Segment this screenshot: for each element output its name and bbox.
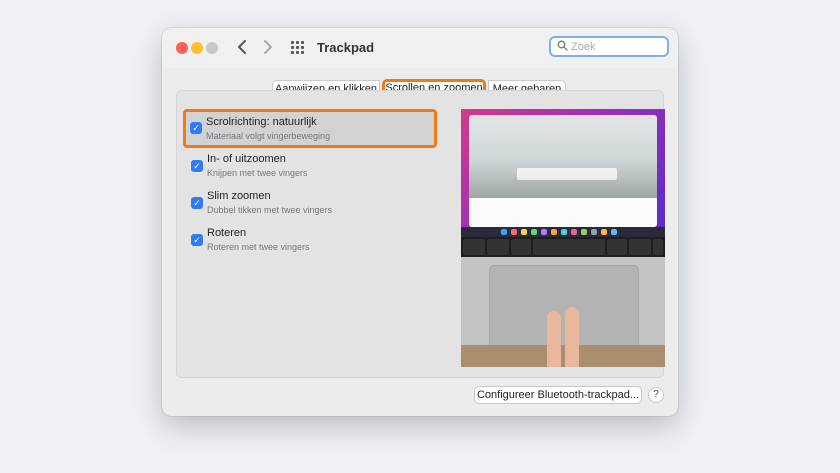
option-subtitle: Materiaal volgt vingerbeweging: [206, 131, 331, 141]
key: [607, 239, 627, 255]
gesture-preview-video: [461, 109, 665, 367]
option-subtitle: Knijpen met twee vingers: [207, 168, 308, 178]
chevron-right-icon: [264, 40, 272, 54]
configure-bluetooth-trackpad-button[interactable]: Configureer Bluetooth-trackpad...: [474, 386, 642, 404]
option-in-uitzoomen[interactable]: ✓ In- of uitzoomen Knijpen met twee ving…: [191, 153, 441, 187]
option-title: Scrolrichting: natuurlijk: [206, 116, 317, 128]
preview-browser-window: [469, 115, 657, 227]
grid-icon[interactable]: [291, 41, 305, 55]
browser-toolbar: [469, 115, 657, 122]
search-input[interactable]: [571, 39, 665, 54]
zoom-button[interactable]: [206, 42, 218, 54]
search-field[interactable]: [549, 36, 669, 57]
headline-block: [517, 168, 617, 180]
forward-button[interactable]: [258, 37, 278, 57]
spacebar-key: [533, 239, 605, 255]
settings-panel: ✓ Scrolrichting: natuurlijk Materiaal vo…: [176, 90, 665, 378]
checkbox-roteren[interactable]: ✓: [191, 234, 203, 246]
key: [463, 239, 485, 255]
key: [511, 239, 531, 255]
trackpad-illustration: [489, 265, 639, 351]
chevron-left-icon: [238, 40, 246, 54]
key: [653, 239, 663, 255]
option-slim-zoomen[interactable]: ✓ Slim zoomen Dubbel tikken met twee vin…: [191, 190, 441, 224]
checkbox-in-uitzoomen[interactable]: ✓: [191, 160, 203, 172]
help-button[interactable]: ?: [648, 387, 664, 403]
table-edge: [461, 345, 665, 367]
option-subtitle: Dubbel tikken met twee vingers: [207, 205, 333, 215]
titlebar: Trackpad: [162, 28, 678, 68]
laptop-body: [461, 257, 665, 367]
close-button[interactable]: [176, 42, 188, 54]
preferences-window: Trackpad Aanwijzen en klikken Meer gebar…: [162, 28, 678, 416]
checkbox-slim-zoomen[interactable]: ✓: [191, 197, 203, 209]
option-title: Slim zoomen: [207, 190, 271, 202]
dock: [461, 227, 665, 237]
minimize-button[interactable]: [191, 42, 203, 54]
option-title: In- of uitzoomen: [207, 153, 286, 165]
option-roteren[interactable]: ✓ Roteren Roteren met twee vingers: [191, 227, 441, 261]
finger-icon: [565, 307, 579, 367]
option-title: Roteren: [207, 227, 247, 239]
finger-icon: [547, 311, 561, 367]
checkbox-scrolrichting[interactable]: ✓: [190, 122, 202, 134]
keyboard: [461, 237, 665, 257]
option-scrolrichting[interactable]: ✓ Scrolrichting: natuurlijk Materiaal vo…: [183, 109, 437, 148]
browser-footer: [469, 198, 657, 227]
back-button[interactable]: [232, 37, 252, 57]
option-subtitle: Roteren met twee vingers: [207, 242, 310, 252]
key: [629, 239, 651, 255]
search-icon: [557, 40, 568, 54]
key: [487, 239, 509, 255]
window-title: Trackpad: [317, 40, 375, 55]
browser-photo: [469, 122, 657, 198]
